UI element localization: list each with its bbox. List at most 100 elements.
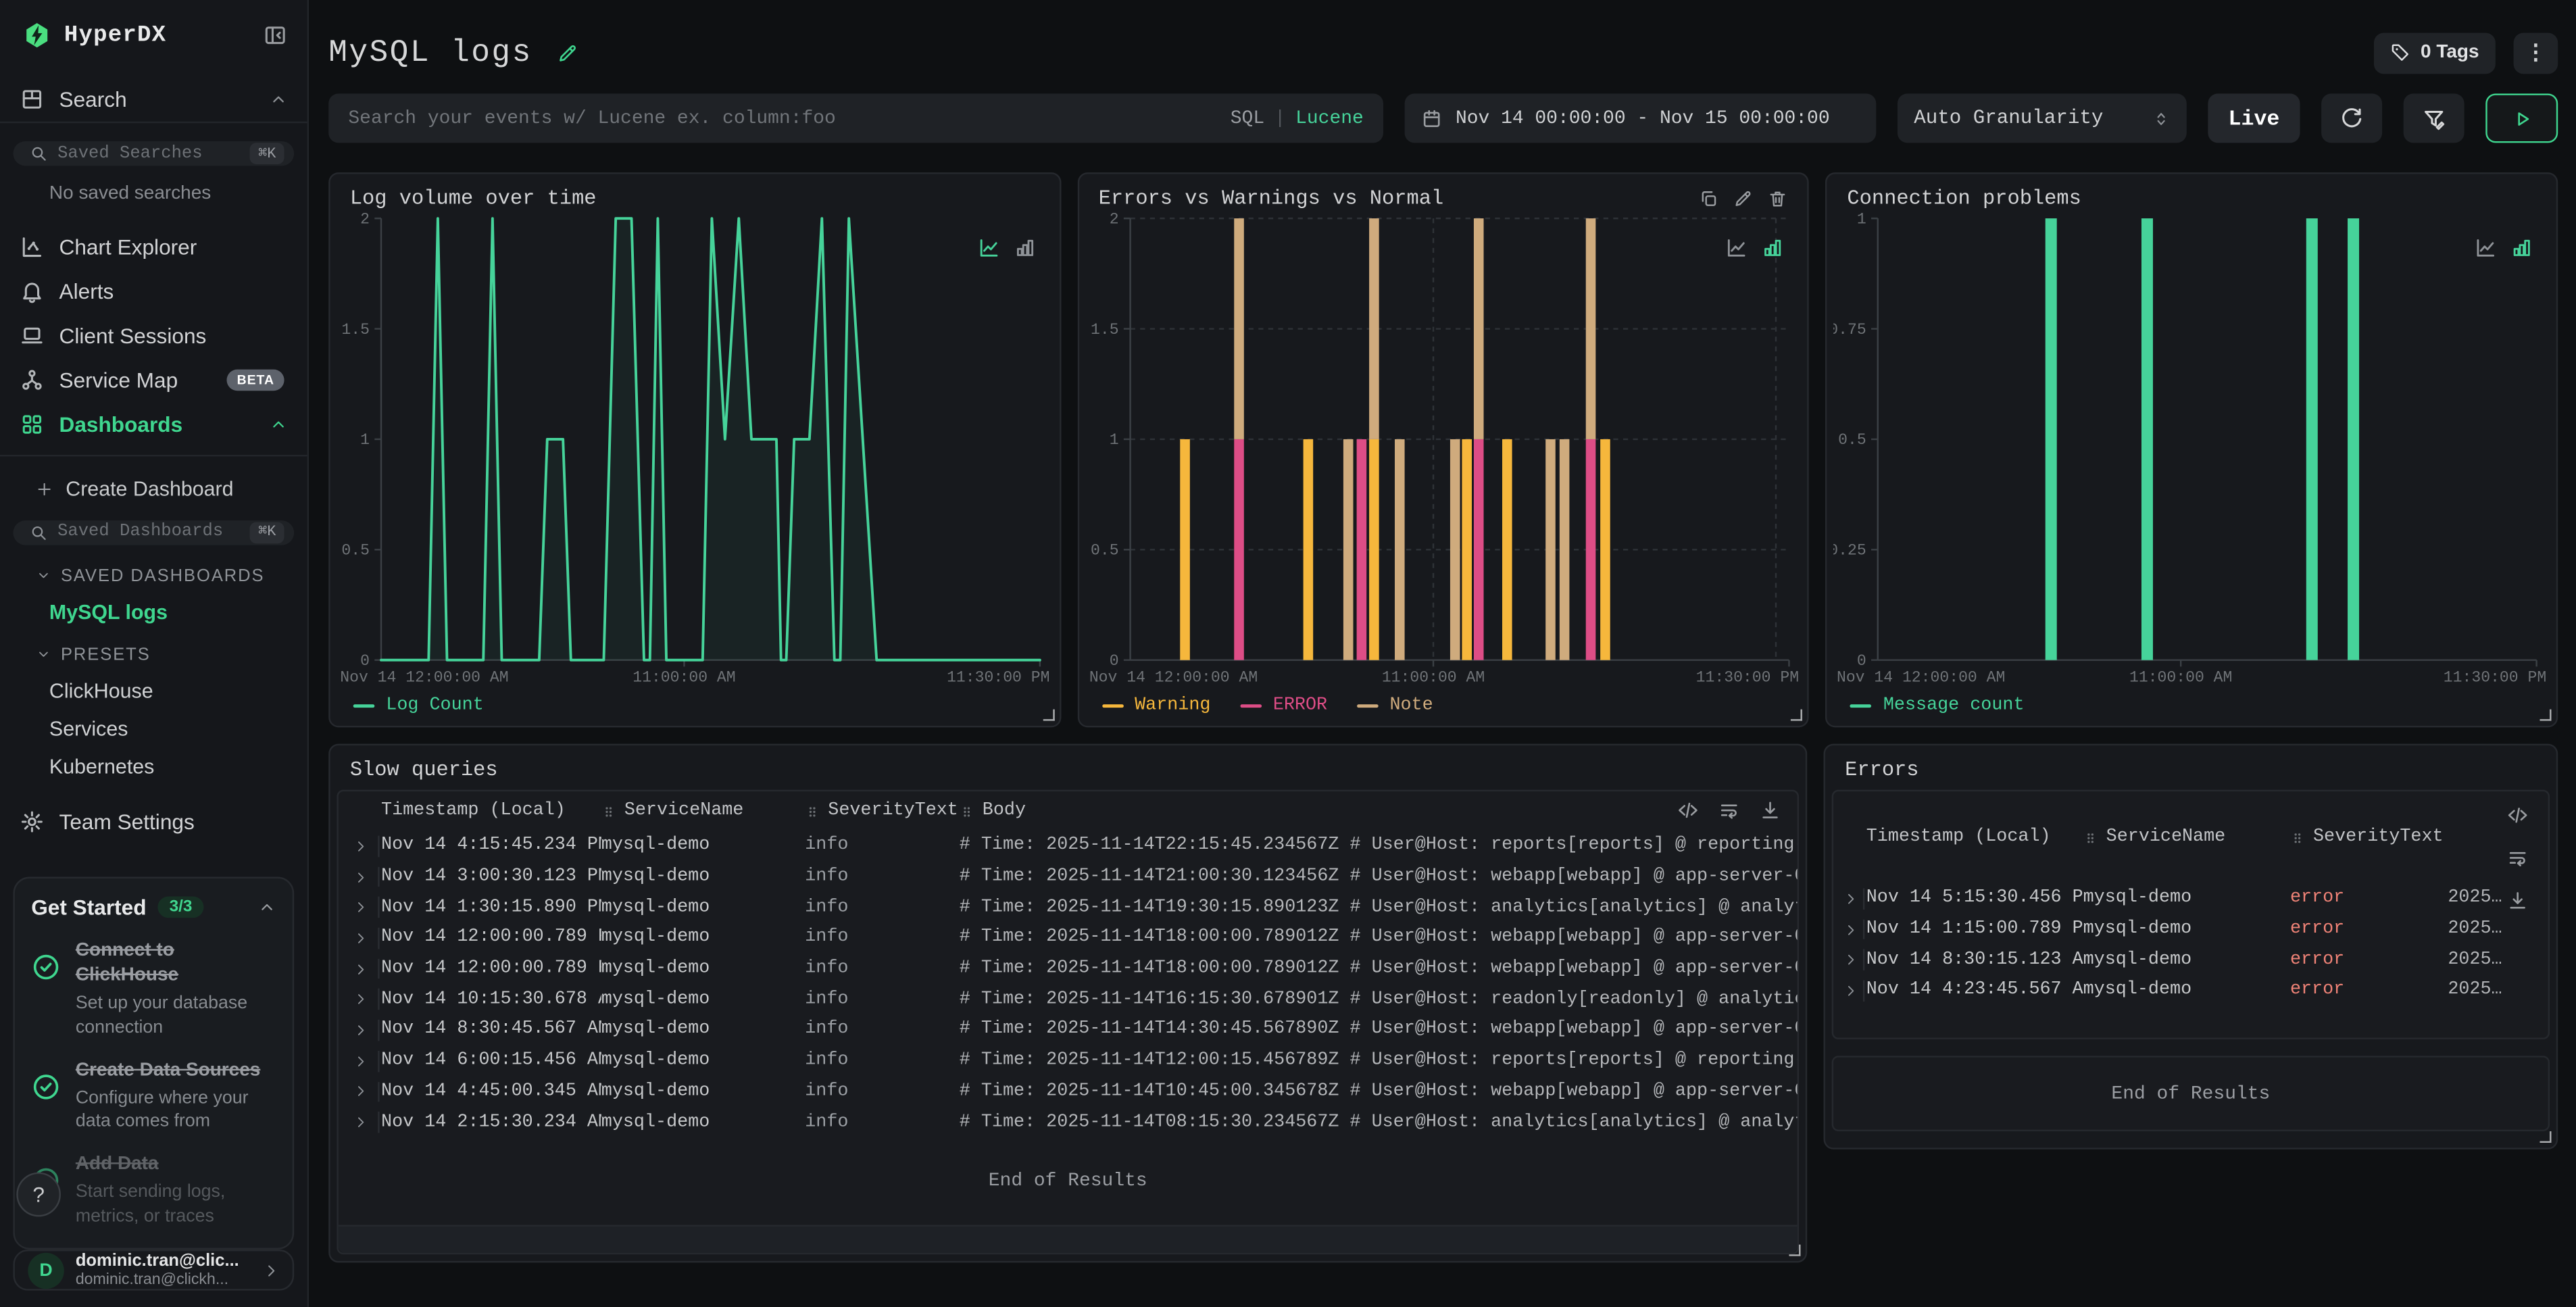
column-header-body[interactable]: Body — [960, 802, 1798, 821]
resize-handle[interactable] — [1789, 1245, 1800, 1256]
table-row[interactable]: Nov 14 8:30:45.567 AMmysql-demoinfo# Tim… — [339, 1015, 1798, 1045]
download-icon[interactable] — [1760, 799, 1781, 821]
sidebar-item-alerts[interactable]: Alerts — [0, 270, 307, 314]
sidebar-item-client-sessions[interactable]: Client Sessions — [0, 314, 307, 359]
resize-handle[interactable] — [1043, 710, 1054, 721]
column-header-servicename[interactable]: ServiceName — [2083, 828, 2290, 847]
dashboard-link-kubernetes[interactable]: Kubernetes — [49, 755, 288, 778]
legend-item[interactable]: Message count — [1850, 695, 2024, 715]
expand-row-button[interactable] — [339, 923, 381, 954]
legend-item[interactable]: ERROR — [1240, 695, 1327, 715]
table-row[interactable]: Nov 14 2:15:30.234 AMmysql-demoinfo# Tim… — [339, 1107, 1798, 1137]
table-row[interactable]: Nov 14 4:23:45.567 AMmysql-demoerror2025… — [1833, 975, 2548, 1006]
sidebar-item-dashboards[interactable]: Dashboards — [0, 403, 307, 447]
drag-grip-icon[interactable] — [2290, 830, 2305, 845]
section-saved-dashboards[interactable]: SAVED DASHBOARDS — [36, 566, 287, 586]
line-chart-toggle-icon[interactable] — [2474, 237, 2497, 260]
saved-dashboards-input[interactable]: Saved Dashboards ⌘K — [13, 520, 294, 545]
expand-row-button[interactable] — [339, 1045, 381, 1076]
expand-row-button[interactable] — [339, 831, 381, 861]
expand-row-button[interactable] — [1833, 914, 1866, 945]
wrap-text-icon[interactable] — [1718, 799, 1740, 821]
column-header-severitytext[interactable]: SeverityText — [2290, 828, 2448, 847]
live-button[interactable]: Live — [2208, 93, 2300, 143]
sidebar-item-service-map[interactable]: Service Map BETA — [0, 358, 307, 403]
drag-grip-icon[interactable] — [2083, 830, 2098, 845]
expand-row-button[interactable] — [1833, 883, 1866, 914]
section-presets[interactable]: PRESETS — [36, 645, 287, 664]
sql-option[interactable]: SQL — [1231, 107, 1264, 129]
get-started-step-add-data[interactable]: Add Data Start sending logs, metrics, or… — [31, 1154, 276, 1229]
code-view-icon[interactable] — [2507, 805, 2529, 827]
dashboard-link-mysql-logs[interactable]: MySQL logs — [49, 601, 288, 624]
drag-grip-icon[interactable] — [601, 804, 616, 818]
lucene-option[interactable]: Lucene — [1295, 107, 1364, 129]
horizontal-scrollbar[interactable] — [339, 1225, 1798, 1252]
create-dashboard-button[interactable]: Create Dashboard — [36, 478, 287, 501]
column-header-severitytext[interactable]: SeverityText — [805, 802, 960, 821]
edit-title-icon[interactable] — [557, 42, 578, 64]
user-menu[interactable]: D dominic.tran@clic... dominic.tran@clic… — [13, 1250, 294, 1291]
table-row[interactable]: Nov 14 4:45:00.345 AMmysql-demoinfo# Tim… — [339, 1077, 1798, 1107]
column-header-servicename[interactable]: ServiceName — [601, 802, 805, 821]
table-row[interactable]: Nov 14 3:00:30.123 PMmysql-demoinfo# Tim… — [339, 862, 1798, 892]
bar-chart-toggle-icon[interactable] — [2510, 237, 2533, 260]
table-row[interactable]: Nov 14 12:00:00.789 PMmysql-demoinfo# Ti… — [339, 923, 1798, 954]
expand-row-button[interactable] — [339, 1015, 381, 1045]
expand-row-button[interactable] — [339, 1107, 381, 1137]
filter-button[interactable] — [2404, 93, 2464, 143]
resize-handle[interactable] — [2540, 710, 2552, 721]
tags-button[interactable]: 0 Tags — [2375, 32, 2496, 73]
table-row[interactable]: Nov 14 6:00:15.456 AMmysql-demoinfo# Tim… — [339, 1045, 1798, 1076]
table-row[interactable]: Nov 14 4:15:45.234 PMmysql-demoinfo# Tim… — [339, 831, 1798, 861]
get-started-header[interactable]: Get Started 3/3 — [31, 895, 276, 920]
expand-row-button[interactable] — [339, 892, 381, 922]
legend-item[interactable]: Note — [1357, 695, 1433, 715]
expand-row-button[interactable] — [339, 1077, 381, 1107]
language-toggle[interactable]: SQL|Lucene — [1231, 107, 1364, 129]
code-view-icon[interactable] — [1677, 799, 1699, 821]
dashboard-link-services[interactable]: Services — [49, 717, 288, 740]
edit-icon[interactable] — [1734, 189, 1754, 208]
saved-searches-input[interactable]: Saved Searches ⌘K — [13, 142, 294, 166]
drag-grip-icon[interactable] — [805, 804, 820, 818]
date-range-picker[interactable]: Nov 14 00:00:00 - Nov 15 00:00:00 — [1405, 93, 1877, 143]
panel-menu-button[interactable]: ⋮ — [2514, 32, 2558, 73]
sidebar-item-team-settings[interactable]: Team Settings — [0, 808, 307, 835]
sidebar-item-chart-explorer[interactable]: Chart Explorer — [0, 225, 307, 270]
expand-row-button[interactable] — [339, 862, 381, 892]
expand-row-button[interactable] — [1833, 975, 1866, 1006]
table-row[interactable]: Nov 14 10:15:30.678 AMmysql-demoinfo# Ti… — [339, 984, 1798, 1014]
delete-icon[interactable] — [1768, 189, 1788, 208]
event-search-input[interactable]: Search your events w/ Lucene ex. column:… — [328, 93, 1383, 143]
bar-chart-toggle-icon[interactable] — [1013, 237, 1036, 260]
line-chart-toggle-icon[interactable] — [977, 237, 1000, 260]
download-icon[interactable] — [2507, 890, 2529, 912]
refresh-button[interactable] — [2321, 93, 2382, 143]
legend-item[interactable]: Warning — [1101, 695, 1210, 715]
table-row[interactable]: Nov 14 8:30:15.123 AMmysql-demoerror2025… — [1833, 945, 2548, 975]
resize-handle[interactable] — [2540, 1131, 2551, 1143]
column-header-timestamp-local-[interactable]: Timestamp (Local) — [1866, 828, 2083, 847]
duplicate-icon[interactable] — [1700, 189, 1719, 208]
dashboard-link-clickhouse[interactable]: ClickHouse — [49, 679, 288, 702]
granularity-select[interactable]: Auto Granularity — [1898, 93, 2187, 143]
help-button[interactable]: ? — [16, 1173, 61, 1217]
run-query-button[interactable] — [2485, 93, 2558, 143]
bar-chart-toggle-icon[interactable] — [1762, 237, 1785, 260]
table-row[interactable]: Nov 14 1:15:00.789 PMmysql-demoerror2025… — [1833, 914, 2548, 945]
table-row[interactable]: Nov 14 5:15:30.456 PMmysql-demoerror2025… — [1833, 883, 2548, 914]
expand-row-button[interactable] — [339, 954, 381, 984]
line-chart-toggle-icon[interactable] — [1725, 237, 1748, 260]
wrap-text-icon[interactable] — [2507, 847, 2529, 869]
expand-row-button[interactable] — [339, 984, 381, 1014]
column-header-timestamp-local-[interactable]: Timestamp (Local) — [381, 802, 601, 821]
sidebar-collapse-icon[interactable] — [263, 23, 287, 47]
resize-handle[interactable] — [1791, 710, 1803, 721]
table-row[interactable]: Nov 14 1:30:15.890 PMmysql-demoinfo# Tim… — [339, 892, 1798, 922]
expand-row-button[interactable] — [1833, 945, 1866, 975]
legend-item[interactable]: Log Count — [353, 695, 484, 715]
table-row[interactable]: Nov 14 12:00:00.789 PMmysql-demoinfo# Ti… — [339, 954, 1798, 984]
get-started-step-connect[interactable]: Connect to ClickHouse Set up your databa… — [31, 940, 276, 1039]
sidebar-item-search[interactable]: Search — [0, 85, 307, 113]
